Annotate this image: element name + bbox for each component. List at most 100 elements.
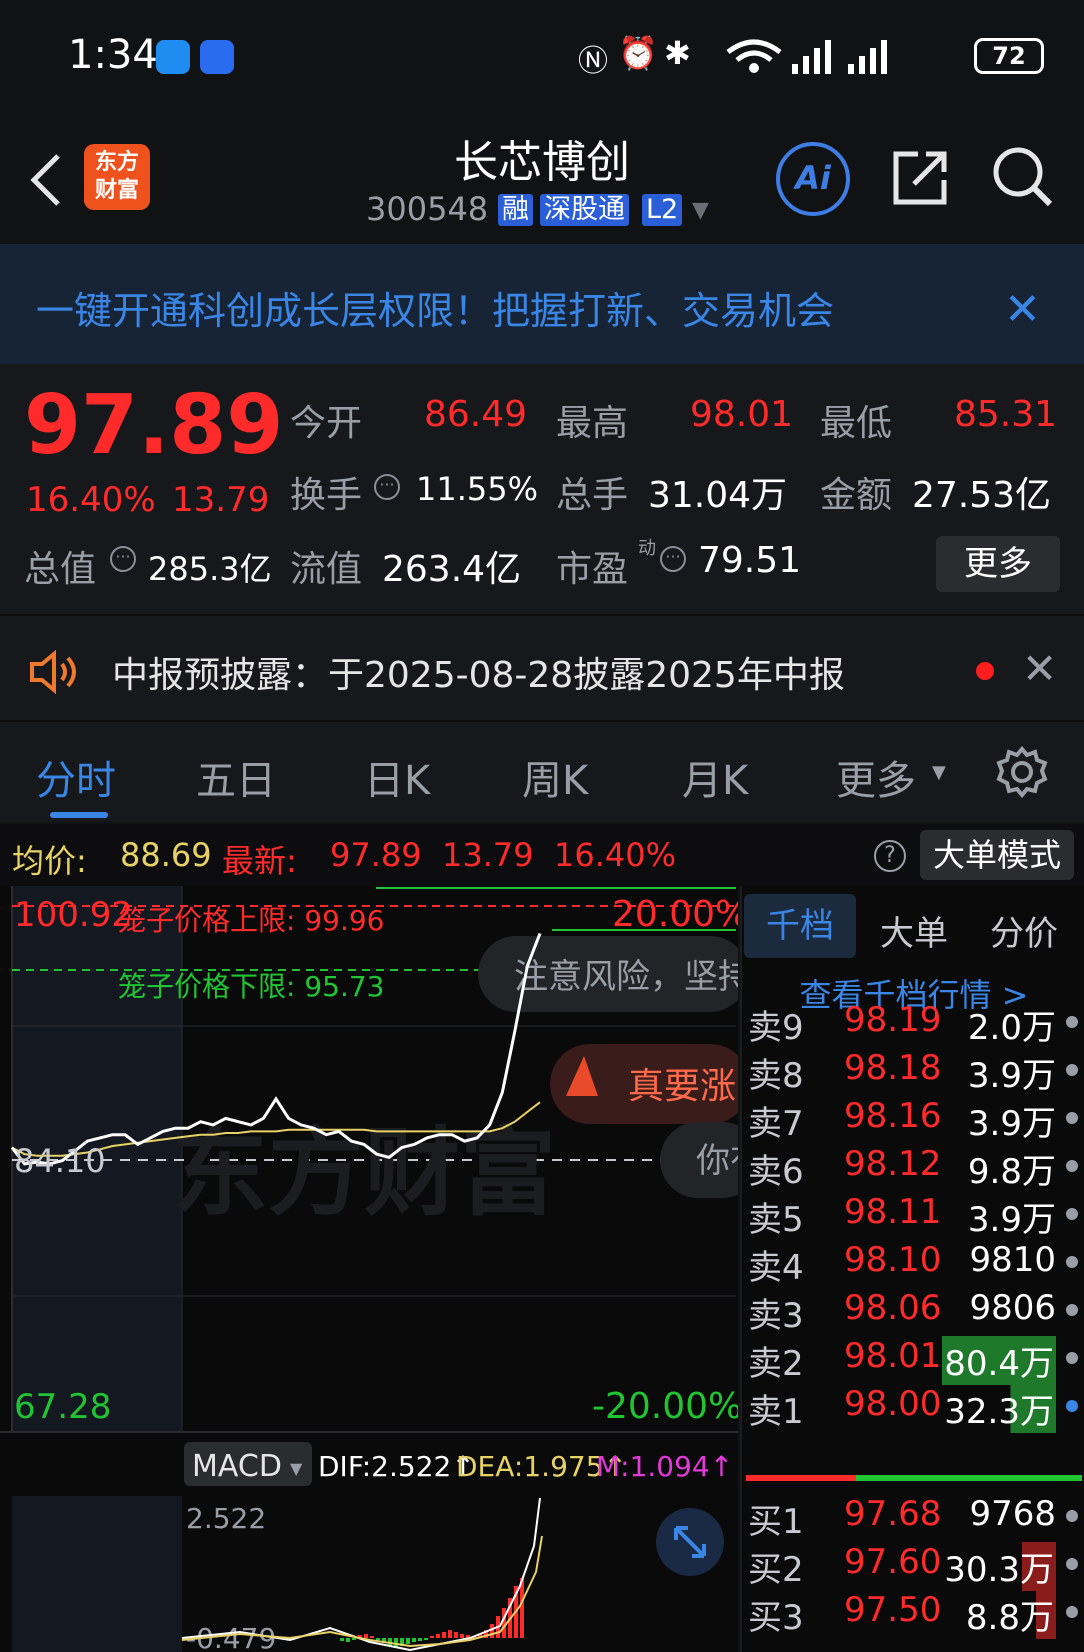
tab-intraday[interactable]: 分时 bbox=[36, 748, 116, 806]
orderbook-dot bbox=[1066, 1304, 1078, 1316]
change-amount: 13.79 bbox=[172, 480, 270, 520]
tag-margin: 融 bbox=[498, 194, 533, 226]
orderbook-side: 卖5 bbox=[748, 1200, 804, 1240]
tab-big-orders[interactable]: 大单 bbox=[880, 906, 948, 955]
macd-bar bbox=[448, 1630, 452, 1638]
volume-value: 31.04万 bbox=[648, 475, 788, 516]
tab-monthly-k[interactable]: 月K bbox=[682, 748, 748, 806]
orderbook-volume: 3.9万 bbox=[967, 1056, 1056, 1096]
volume-label: 总手 bbox=[556, 475, 629, 516]
avg-value: 88.69 bbox=[120, 836, 212, 874]
signal-icon-1 bbox=[792, 40, 831, 74]
orderbook-side: 买1 bbox=[748, 1502, 804, 1542]
macd-bar bbox=[340, 1638, 344, 1641]
mktcap-info-icon[interactable]: ··· bbox=[110, 546, 136, 572]
orderbook-dot bbox=[1066, 1352, 1078, 1364]
signal-icon-2 bbox=[848, 40, 887, 74]
y-min-label: 67.28 bbox=[14, 1387, 111, 1427]
intraday-chart[interactable]: 东方财富 注意风险，坚持 真要涨 你有 100.92 20.00% 笼子价格上限… bbox=[0, 886, 738, 1652]
macd-dif: DIF:2.522↑ bbox=[318, 1450, 475, 1483]
orderbook-dot bbox=[1066, 1558, 1078, 1570]
wifi-icon bbox=[726, 39, 782, 73]
orderbook-row[interactable]: 卖4 98.10 9810 bbox=[742, 1236, 1084, 1288]
help-icon[interactable]: ? bbox=[874, 840, 906, 872]
y-max-pct-label: 20.00% bbox=[612, 894, 738, 935]
status-time: 1:34 bbox=[68, 32, 158, 78]
battery-indicator: 72 bbox=[974, 38, 1044, 74]
macd-bar bbox=[346, 1638, 350, 1642]
close-icon[interactable]: ✕ bbox=[1022, 644, 1057, 693]
orderbook-side: 卖9 bbox=[748, 1008, 804, 1048]
macd-bar bbox=[454, 1632, 458, 1638]
macd-bar bbox=[352, 1638, 356, 1640]
macd-bar bbox=[412, 1638, 416, 1642]
orderbook-price: 98.12 bbox=[844, 1144, 942, 1184]
chevron-down-icon[interactable]: ▼ bbox=[692, 198, 709, 223]
orderbook-volume: 3.9万 bbox=[967, 1104, 1056, 1144]
you-bubble: 你有 bbox=[696, 1141, 738, 1181]
cloud-app-icon bbox=[156, 40, 190, 74]
macd-bar bbox=[376, 1638, 380, 1640]
risk-bubble: 注意风险，坚持 bbox=[514, 957, 738, 997]
ai-button[interactable]: Ai bbox=[776, 142, 850, 216]
orderbook-row[interactable]: 卖7 98.16 3.9万 bbox=[742, 1092, 1084, 1144]
latest-pct: 16.40% bbox=[554, 836, 677, 874]
orderbook-volume: 80.4万 bbox=[942, 1336, 1056, 1385]
last-price: 97.89 bbox=[24, 378, 284, 473]
tab-daily-k[interactable]: 日K bbox=[364, 748, 430, 806]
chevron-down-icon[interactable]: ▼ bbox=[290, 1459, 303, 1478]
tab-five-day[interactable]: 五日 bbox=[196, 748, 276, 806]
orderbook-row[interactable]: 买1 97.68 9768 bbox=[742, 1490, 1084, 1542]
orderbook-row[interactable]: 买2 97.60 30.3万 bbox=[742, 1538, 1084, 1591]
promo-banner[interactable]: 一键开通科创成长层权限！把握打新、交易机会 ✕ bbox=[0, 244, 1084, 364]
orderbook-volume: 8.8万 bbox=[963, 1590, 1056, 1639]
tab-more[interactable]: 更多 bbox=[836, 748, 916, 806]
pe-dynamic-sup: 动 bbox=[638, 538, 656, 559]
avg-label: 均价: bbox=[12, 842, 87, 880]
orderbook-row[interactable]: 卖2 98.01 80.4万 bbox=[742, 1332, 1084, 1385]
orderbook-row[interactable]: 卖8 98.18 3.9万 bbox=[742, 1044, 1084, 1096]
pe-info-icon[interactable]: ··· bbox=[660, 546, 686, 572]
stock-header: 东方财富 长芯博创 300548 融 深股通 L2 ▼ Ai bbox=[0, 110, 1084, 244]
speaker-icon bbox=[30, 650, 76, 694]
promo-bubble[interactable]: 真要涨 bbox=[628, 1066, 736, 1107]
turnover-label: 换手 bbox=[290, 475, 363, 516]
orderbook-side: 卖4 bbox=[748, 1248, 804, 1288]
orderbook-row[interactable]: 卖9 98.19 2.0万 bbox=[742, 996, 1084, 1048]
orderbook-row[interactable]: 卖3 98.06 9806 bbox=[742, 1284, 1084, 1336]
chevron-down-icon[interactable]: ▼ bbox=[932, 762, 946, 783]
big-order-mode-button[interactable]: 大单模式 bbox=[920, 830, 1074, 880]
orderbook-side: 买2 bbox=[748, 1550, 804, 1590]
orderbook-dot bbox=[1066, 1016, 1078, 1028]
y-max-label: 100.92 bbox=[14, 895, 133, 935]
macd-histogram bbox=[340, 1578, 524, 1648]
order-book: 千档 大单 分价 查看千档行情 > 卖9 98.19 2.0万 卖8 98.18 3.9万… bbox=[740, 886, 1084, 1652]
turnover-info-icon[interactable]: ··· bbox=[374, 474, 400, 500]
tab-weekly-k[interactable]: 周K bbox=[522, 748, 588, 806]
orderbook-dot bbox=[1066, 1160, 1078, 1172]
close-icon[interactable]: ✕ bbox=[1004, 284, 1041, 335]
tab-depth[interactable]: 千档 bbox=[744, 894, 856, 958]
share-icon[interactable] bbox=[890, 146, 952, 208]
macd-select-label[interactable]: MACD bbox=[192, 1449, 282, 1484]
tab-price-split[interactable]: 分价 bbox=[990, 906, 1058, 955]
orderbook-dot bbox=[1066, 1256, 1078, 1268]
orderbook-row[interactable]: 卖6 98.12 9.8万 bbox=[742, 1140, 1084, 1192]
orderbook-row[interactable]: 买3 97.50 8.8万 bbox=[742, 1586, 1084, 1639]
latest-label: 最新: bbox=[222, 842, 297, 880]
orderbook-row[interactable]: 卖1 98.00 32.3万 bbox=[742, 1380, 1084, 1433]
gear-icon[interactable] bbox=[996, 746, 1048, 798]
notice-text[interactable]: 中报预披露：于2025-08-28披露2025年中报 bbox=[112, 646, 845, 698]
orderbook-row[interactable]: 卖5 98.11 3.9万 bbox=[742, 1188, 1084, 1240]
high-label: 最高 bbox=[556, 403, 629, 444]
stock-code[interactable]: 300548 bbox=[366, 190, 488, 228]
chart-svg[interactable]: 东方财富 注意风险，坚持 真要涨 你有 100.92 20.00% 笼子价格上限… bbox=[0, 886, 738, 1652]
chart-tabs: 分时 五日 日K 周K 月K 更多 ▼ bbox=[0, 720, 1084, 822]
banner-text[interactable]: 一键开通科创成长层权限！把握打新、交易机会 bbox=[36, 280, 834, 335]
notice-bar[interactable]: 中报预披露：于2025-08-28披露2025年中报 ✕ bbox=[0, 614, 1084, 720]
more-button[interactable]: 更多 bbox=[936, 536, 1060, 592]
orderbook-price: 98.18 bbox=[844, 1048, 942, 1088]
search-icon[interactable] bbox=[990, 144, 1054, 208]
open-label: 今开 bbox=[290, 403, 363, 444]
orderbook-side: 卖1 bbox=[748, 1392, 804, 1432]
